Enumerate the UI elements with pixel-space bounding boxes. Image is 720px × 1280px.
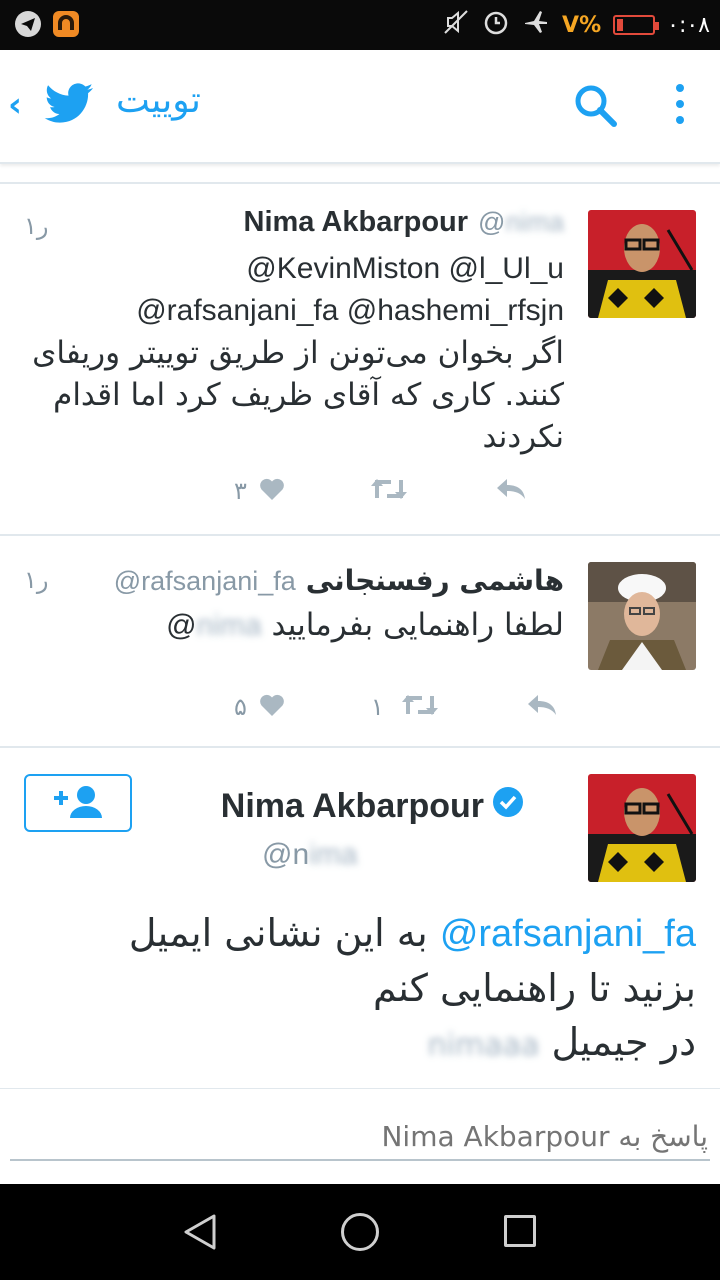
- tweet-mention[interactable]: @nima: [166, 609, 262, 642]
- tweet-author-name[interactable]: هاشمی رفسنجانی: [306, 564, 564, 597]
- redacted-email: nimaaa: [427, 1028, 540, 1063]
- tweet-text: لطفا راهنمایی بفرمایید @nima: [24, 604, 564, 647]
- battery-icon: [613, 15, 660, 35]
- tweet-time: ۱ر: [24, 212, 49, 240]
- tweet-text-line: به این نشانی ایمیل: [128, 911, 428, 955]
- app-badge-icon: [52, 10, 80, 42]
- tweet-author-handle[interactable]: @nima: [262, 838, 357, 872]
- twitter-bird-icon: [44, 83, 94, 129]
- retweet-icon[interactable]: [400, 692, 440, 722]
- tweet-author-name[interactable]: Nima Akbarpour: [221, 787, 484, 826]
- tweet-time: ۱ر: [24, 566, 49, 594]
- reply-icon[interactable]: [495, 477, 527, 505]
- battery-percent: V%: [562, 12, 602, 38]
- tweet-mentions[interactable]: @KevinMiston @l_Ul_u: [104, 248, 564, 290]
- follow-button[interactable]: [24, 774, 132, 832]
- avatar[interactable]: [588, 562, 696, 670]
- tweet-text: اگر بخوان می‌تونن از طریق توییتر وریفای …: [32, 335, 564, 455]
- tweet-text-line: در جیمیل: [551, 1020, 696, 1064]
- tweet-mentions[interactable]: @rafsanjani_fa @hashemi_rfsjn: [104, 290, 564, 332]
- heart-icon[interactable]: [259, 477, 285, 505]
- app-header: ‹ توییت: [0, 50, 720, 164]
- main-tweet-text: @rafsanjani_fa به این نشانی ایمیل بزنید …: [36, 906, 696, 1073]
- status-bar: V% ٠:٠٨: [0, 0, 720, 50]
- tweet-author-handle[interactable]: @nima: [478, 207, 564, 238]
- divider: [0, 746, 720, 748]
- reply-icon[interactable]: [526, 693, 558, 721]
- tweet-actions: ۵ ۱: [234, 692, 558, 722]
- tweet-text-line: بزنید تا راهنمایی کنم: [373, 966, 696, 1010]
- like-count: ۵: [234, 693, 247, 721]
- mute-icon: [442, 8, 470, 42]
- reply-input[interactable]: [10, 1113, 710, 1161]
- overflow-menu-icon[interactable]: [676, 84, 684, 124]
- tweet-actions: ۳: [234, 476, 527, 506]
- tweet-body: لطفا راهنمایی بفرمایید: [271, 607, 564, 643]
- retweet-icon[interactable]: [369, 476, 409, 506]
- system-nav-bar: [0, 1184, 720, 1280]
- airplane-icon: [522, 8, 550, 42]
- tweet-author-name[interactable]: Nima Akbarpour: [244, 206, 469, 239]
- back-chevron-icon[interactable]: ‹: [8, 88, 22, 122]
- alarm-icon: [482, 8, 510, 42]
- verified-badge-icon: [492, 786, 524, 827]
- heart-icon[interactable]: [259, 693, 285, 721]
- search-icon[interactable]: [574, 84, 618, 132]
- reply-tweet[interactable]: ۱ر Nima Akbarpour @nima @KevinMiston @l_…: [0, 184, 720, 534]
- telegram-icon: [14, 10, 42, 42]
- tweet-author-handle[interactable]: @rafsanjani_fa: [114, 566, 296, 597]
- like-count: ۳: [234, 477, 247, 505]
- reply-bar: [0, 1088, 720, 1184]
- add-user-icon: [50, 784, 106, 822]
- reply-tweet[interactable]: ۱ر @rafsanjani_fa هاشمی رفسنجانی لطفا را…: [0, 536, 720, 746]
- nav-home-icon[interactable]: [341, 1213, 379, 1251]
- avatar[interactable]: [588, 210, 696, 318]
- nav-recents-icon[interactable]: [504, 1215, 536, 1247]
- nav-back-icon[interactable]: [180, 1212, 220, 1256]
- avatar[interactable]: [588, 774, 696, 882]
- main-tweet-author[interactable]: Nima Akbarpour: [221, 786, 524, 827]
- retweet-count: ۱: [370, 693, 384, 721]
- tweet-mention[interactable]: @rafsanjani_fa: [440, 913, 696, 955]
- clock: ٠:٠٨: [667, 12, 710, 38]
- page-title: توییت: [116, 80, 201, 121]
